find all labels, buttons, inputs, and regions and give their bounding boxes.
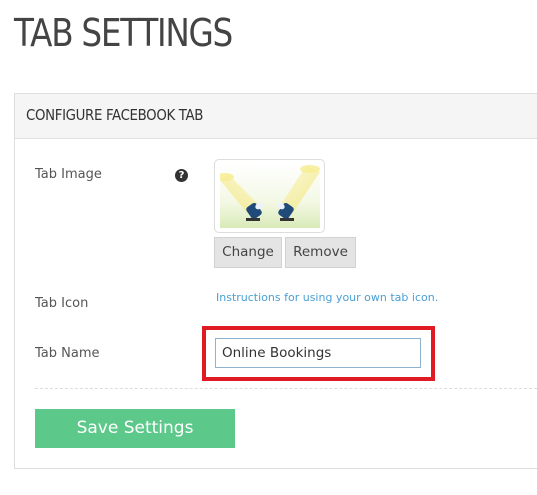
page-title: TAB SETTINGS xyxy=(14,11,233,55)
save-settings-button[interactable]: Save Settings xyxy=(35,409,235,448)
spotlights-image xyxy=(220,164,320,228)
tab-icon-label: Tab Icon xyxy=(35,296,89,311)
form-divider xyxy=(35,388,537,389)
tab-image-label: Tab Image xyxy=(35,167,102,182)
panel-header: CONFIGURE FACEBOOK TAB xyxy=(15,94,537,139)
question-circle-icon[interactable]: ? xyxy=(175,169,188,182)
tab-name-label: Tab Name xyxy=(35,346,100,361)
change-image-button[interactable]: Change xyxy=(214,237,282,268)
tab-image-preview xyxy=(214,159,325,233)
tab-name-input[interactable] xyxy=(215,338,421,368)
panel-title: CONFIGURE FACEBOOK TAB xyxy=(26,106,204,124)
tab-icon-instructions-link[interactable]: Instructions for using your own tab icon… xyxy=(216,291,438,304)
remove-image-button[interactable]: Remove xyxy=(285,237,356,268)
